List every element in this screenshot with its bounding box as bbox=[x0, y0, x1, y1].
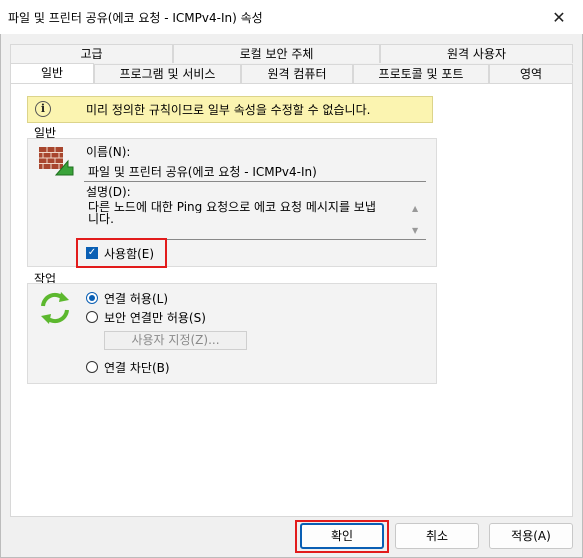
enabled-label[interactable]: 사용함(E) bbox=[104, 245, 154, 262]
description-line-2: 니다. bbox=[88, 212, 114, 226]
enabled-checkbox[interactable]: ✓ bbox=[86, 247, 98, 259]
tab-advanced[interactable]: 고급 bbox=[10, 44, 173, 63]
cancel-button[interactable]: 취소 bbox=[395, 523, 479, 549]
allow-secure-radio[interactable] bbox=[86, 311, 98, 323]
name-label: 이름(N): bbox=[86, 145, 131, 159]
tab-scope[interactable]: 영역 bbox=[489, 64, 573, 83]
apply-button[interactable]: 적용(A) bbox=[489, 523, 573, 549]
name-field: 파일 및 프린터 공유(에코 요청 - ICMPv4-In) bbox=[84, 160, 426, 182]
window-title: 파일 및 프린터 공유(에코 요청 - ICMPv4-In) 속성 bbox=[8, 11, 263, 25]
close-icon: ✕ bbox=[552, 7, 566, 27]
tab-general[interactable]: 일반 bbox=[10, 63, 94, 84]
description-scrollbar[interactable]: ▲ ▼ bbox=[410, 201, 424, 238]
tab-programs-services[interactable]: 프로그램 및 서비스 bbox=[94, 64, 241, 83]
tab-remote-computers[interactable]: 원격 컴퓨터 bbox=[241, 64, 353, 83]
ok-button[interactable]: 확인 bbox=[300, 523, 384, 549]
allow-secure-label[interactable]: 보안 연결만 허용(S) bbox=[104, 309, 206, 326]
refresh-arrows-icon bbox=[37, 290, 73, 326]
tab-local-principals[interactable]: 로컬 보안 주체 bbox=[173, 44, 380, 63]
allow-connection-radio[interactable] bbox=[86, 292, 98, 304]
scroll-down-icon[interactable]: ▼ bbox=[412, 226, 418, 235]
tab-row-1: 고급 로컬 보안 주체 원격 사용자 bbox=[10, 43, 573, 63]
tab-remote-users[interactable]: 원격 사용자 bbox=[380, 44, 573, 63]
customize-button[interactable]: 사용자 지정(Z)... bbox=[104, 331, 247, 350]
block-connection-label[interactable]: 연결 차단(B) bbox=[104, 359, 170, 376]
scroll-up-icon[interactable]: ▲ bbox=[412, 204, 418, 213]
description-line-1: 다른 노드에 대한 Ping 요청으로 에코 요청 메시지를 보냅 bbox=[88, 201, 376, 213]
tab-protocols-ports[interactable]: 프로토콜 및 포트 bbox=[353, 64, 489, 83]
firewall-rule-icon bbox=[36, 141, 74, 179]
close-button[interactable]: ✕ bbox=[548, 7, 570, 27]
block-connection-radio[interactable] bbox=[86, 361, 98, 373]
info-icon: i bbox=[35, 101, 51, 117]
description-label: 설명(D): bbox=[86, 185, 131, 199]
allow-connection-label[interactable]: 연결 허용(L) bbox=[104, 290, 168, 307]
tab-row-2: 일반 프로그램 및 서비스 원격 컴퓨터 프로토콜 및 포트 영역 bbox=[10, 63, 573, 85]
description-field: 다른 노드에 대한 Ping 요청으로 에코 요청 메시지를 보냅 니다. bbox=[84, 199, 426, 240]
info-message: 미리 정의한 규칙이므로 일부 속성을 수정할 수 없습니다. bbox=[86, 103, 371, 117]
